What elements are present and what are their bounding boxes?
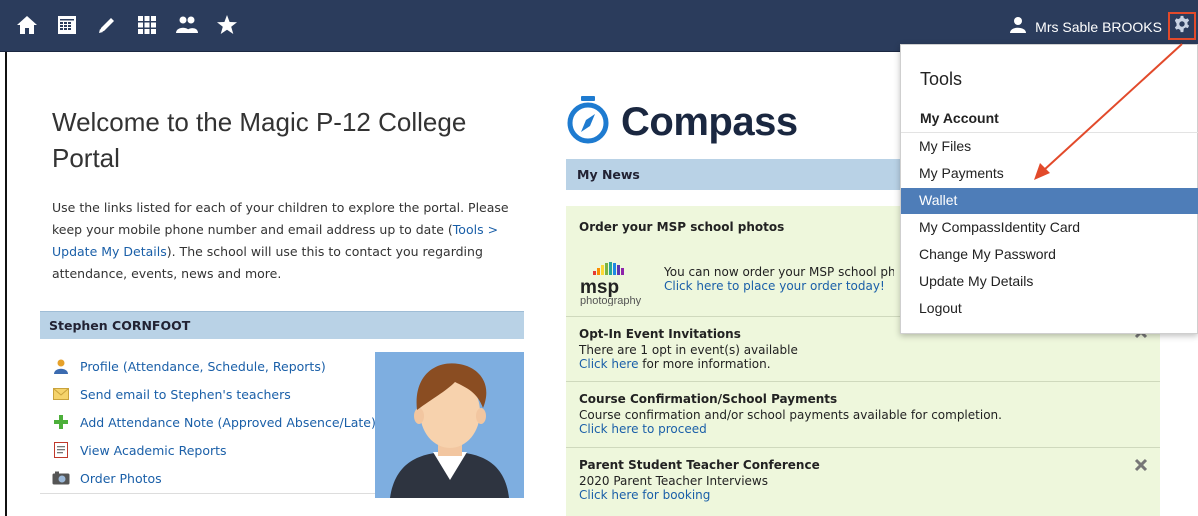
compass-logo: Compass bbox=[565, 96, 798, 148]
news-item: Order your MSP school photos bbox=[579, 220, 784, 236]
page-title: Welcome to the Magic P-12 College Portal bbox=[52, 107, 467, 173]
frame-border bbox=[5, 52, 7, 516]
msp-order-link[interactable]: Click here to place your order today! bbox=[664, 279, 885, 293]
news-item-title: Course Confirmation/School Payments bbox=[579, 392, 838, 406]
news-item-link-line: Click here for more information. bbox=[579, 357, 798, 371]
news-item-body: There are 1 opt in event(s) available bbox=[579, 343, 798, 357]
academic-reports-link-label: View Academic Reports bbox=[80, 442, 227, 458]
user-name: Mrs Sable BROOKS bbox=[1035, 18, 1162, 35]
child-avatar bbox=[375, 352, 524, 498]
settings-button[interactable] bbox=[1168, 12, 1196, 40]
email-teachers-link[interactable]: Send email to Stephen's teachers bbox=[52, 380, 376, 408]
menu-item-identity-card[interactable]: My CompassIdentity Card bbox=[901, 215, 1198, 241]
camera-icon bbox=[52, 469, 70, 487]
academic-reports-link[interactable]: View Academic Reports bbox=[52, 436, 376, 464]
gear-icon bbox=[1173, 15, 1191, 37]
intro-text: Use the links listed for each of your ch… bbox=[52, 197, 512, 285]
tools-divider bbox=[901, 132, 1198, 133]
calendar-icon[interactable] bbox=[54, 12, 80, 38]
nav-icons bbox=[14, 12, 240, 38]
user-icon bbox=[1009, 16, 1027, 37]
msp-news-body: You can now order your MSP school photos… bbox=[664, 265, 894, 293]
grid-icon[interactable] bbox=[134, 12, 160, 38]
news-item-body: Course confirmation and/or school paymen… bbox=[579, 408, 1002, 422]
menu-item-logout[interactable]: Logout bbox=[901, 296, 1198, 322]
home-icon[interactable] bbox=[14, 12, 40, 38]
profile-link-label: Profile (Attendance, Schedule, Reports) bbox=[80, 358, 326, 374]
report-icon bbox=[52, 441, 70, 459]
menu-item-my-files[interactable]: My Files bbox=[901, 134, 1198, 160]
msp-logo-bars bbox=[593, 262, 624, 275]
person-icon bbox=[52, 357, 70, 375]
conference-booking-link[interactable]: Click here for booking bbox=[579, 488, 710, 502]
news-separator bbox=[566, 381, 1160, 382]
menu-item-wallet[interactable]: Wallet bbox=[901, 188, 1198, 214]
email-teachers-link-label: Send email to Stephen's teachers bbox=[80, 386, 291, 402]
news-item: Parent Student Teacher Conference 2020 P… bbox=[579, 458, 820, 502]
compass-logo-text: Compass bbox=[621, 99, 798, 144]
msp-news-text: You can now order your MSP school photos bbox=[664, 265, 894, 279]
compass-logo-icon bbox=[565, 96, 611, 148]
envelope-icon bbox=[52, 385, 70, 403]
news-item-title: Parent Student Teacher Conference bbox=[579, 458, 820, 472]
news-separator bbox=[566, 447, 1160, 448]
tools-title: Tools bbox=[920, 69, 963, 89]
opt-in-link[interactable]: Click here bbox=[579, 357, 638, 371]
menu-item-change-password[interactable]: Change My Password bbox=[901, 242, 1198, 268]
news-item-title: Order your MSP school photos bbox=[579, 220, 785, 234]
menu-item-update-details[interactable]: Update My Details bbox=[901, 269, 1198, 295]
intro-text-start: Use the links listed for each of your ch… bbox=[52, 200, 509, 237]
msp-logo-subtext: photography bbox=[580, 295, 642, 306]
plus-icon bbox=[52, 413, 70, 431]
star-icon[interactable] bbox=[214, 12, 240, 38]
news-item: Opt-In Event Invitations There are 1 opt… bbox=[579, 327, 798, 371]
course-confirmation-link[interactable]: Click here to proceed bbox=[579, 422, 707, 436]
menu-item-my-payments[interactable]: My Payments bbox=[901, 161, 1198, 187]
news-item-body: 2020 Parent Teacher Interviews bbox=[579, 474, 768, 488]
user-menu[interactable]: Mrs Sable BROOKS bbox=[1009, 16, 1162, 37]
child-links-list: Profile (Attendance, Schedule, Reports) … bbox=[52, 352, 376, 492]
order-photos-link[interactable]: Order Photos bbox=[52, 464, 376, 492]
pencil-icon[interactable] bbox=[94, 12, 120, 38]
tools-dropdown: Tools My Account My Files My Payments Wa… bbox=[900, 44, 1198, 334]
close-icon[interactable] bbox=[1134, 457, 1150, 473]
opt-in-link-suffix: for more information. bbox=[638, 357, 771, 371]
child-name-header: Stephen CORNFOOT bbox=[40, 311, 524, 339]
news-item: Course Confirmation/School Payments Cour… bbox=[579, 392, 1002, 436]
order-photos-link-label: Order Photos bbox=[80, 470, 162, 486]
news-item-title: Opt-In Event Invitations bbox=[579, 327, 741, 341]
msp-logo: msp photography bbox=[579, 251, 664, 307]
my-account-heading: My Account bbox=[920, 110, 999, 126]
profile-link[interactable]: Profile (Attendance, Schedule, Reports) bbox=[52, 352, 376, 380]
add-attendance-note-link-label: Add Attendance Note (Approved Absence/La… bbox=[80, 414, 376, 430]
people-icon[interactable] bbox=[174, 12, 200, 38]
add-attendance-note-link[interactable]: Add Attendance Note (Approved Absence/La… bbox=[52, 408, 376, 436]
